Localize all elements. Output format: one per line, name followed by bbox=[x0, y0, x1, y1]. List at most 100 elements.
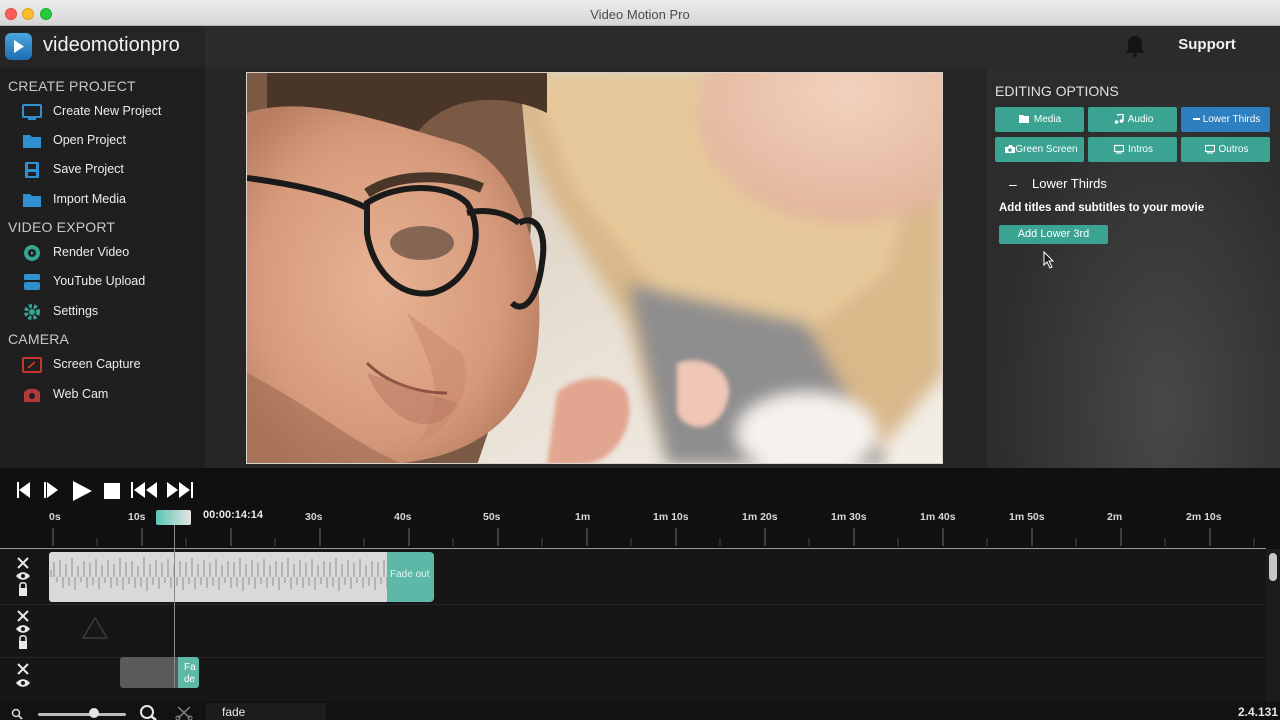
youtube-icon bbox=[24, 274, 40, 290]
zoom-out-icon[interactable] bbox=[11, 708, 23, 720]
ruler-label: 2m 10s bbox=[1186, 511, 1222, 523]
save-icon bbox=[25, 162, 39, 178]
section-video-export: VIDEO EXPORT bbox=[8, 219, 116, 235]
audio-button-label: Audio bbox=[1127, 114, 1154, 125]
sidebar-item-label: Screen Capture bbox=[53, 357, 141, 371]
ruler-label: 50s bbox=[483, 511, 501, 523]
green-screen-button[interactable]: Green Screen bbox=[995, 137, 1084, 162]
media-button[interactable]: Media bbox=[995, 107, 1084, 132]
editing-panel: EDITING OPTIONS Media Audio Lower Thirds… bbox=[987, 68, 1280, 468]
collapse-section-toggle[interactable]: – bbox=[1009, 176, 1017, 192]
zoom-in-icon[interactable] bbox=[139, 704, 158, 720]
step-forward-icon[interactable] bbox=[43, 481, 61, 499]
lower-thirds-button[interactable]: Lower Thirds bbox=[1181, 107, 1270, 132]
video-preview[interactable] bbox=[246, 72, 943, 464]
lower-thirds-description: Add titles and subtitles to your movie bbox=[999, 202, 1205, 214]
editing-options-title: EDITING OPTIONS bbox=[995, 83, 1119, 99]
visibility-eye-icon bbox=[16, 572, 30, 580]
brand-name: videomotionpro bbox=[43, 34, 180, 56]
section-create-project: CREATE PROJECT bbox=[8, 78, 136, 94]
track-1-controls bbox=[16, 557, 30, 596]
gear-icon bbox=[24, 304, 40, 320]
zoom-slider[interactable] bbox=[38, 713, 126, 716]
sidebar-item-youtube-upload[interactable]: YouTube Upload bbox=[0, 269, 205, 295]
ruler-label: 1m 20s bbox=[742, 511, 778, 523]
visibility-eye-icon bbox=[16, 625, 30, 633]
step-back-icon[interactable] bbox=[16, 481, 34, 499]
track-2-controls bbox=[16, 610, 30, 649]
sidebar-item-label: Create New Project bbox=[53, 104, 162, 118]
ruler-label: 10s bbox=[128, 511, 146, 523]
track-separator bbox=[0, 604, 1266, 605]
video-clip[interactable] bbox=[120, 657, 182, 688]
audio-button[interactable]: Audio bbox=[1088, 107, 1177, 132]
timeline-scrollbar[interactable] bbox=[1266, 549, 1280, 701]
sidebar-item-label: Settings bbox=[53, 304, 99, 318]
audio-clip[interactable] bbox=[49, 552, 389, 602]
sidebar-item-import-media[interactable]: Import Media bbox=[0, 187, 205, 213]
window-title: Video Motion Pro bbox=[590, 7, 690, 22]
playhead-line bbox=[174, 516, 175, 688]
delete-track-icon bbox=[17, 557, 29, 569]
stop-icon[interactable] bbox=[104, 483, 120, 499]
ruler-label: 1m bbox=[575, 511, 591, 523]
sidebar-item-label: Web Cam bbox=[53, 387, 109, 401]
sidebar-item-label: Open Project bbox=[53, 133, 126, 147]
intros-button[interactable]: Intros bbox=[1088, 137, 1177, 162]
ruler-label: 1m 10s bbox=[653, 511, 689, 523]
sidebar-item-save-project[interactable]: Save Project bbox=[0, 157, 205, 183]
fast-forward-icon[interactable] bbox=[166, 481, 194, 499]
delete-track-icon bbox=[17, 610, 29, 622]
ruler-label: 2m bbox=[1107, 511, 1123, 523]
app-header: videomotionpro Support bbox=[0, 26, 1280, 68]
search-input[interactable] bbox=[206, 703, 326, 720]
sidebar-item-open-project[interactable]: Open Project bbox=[0, 128, 205, 154]
screen-capture-icon bbox=[22, 357, 42, 373]
sidebar-item-create-new-project[interactable]: Create New Project bbox=[0, 99, 205, 125]
ruler-label: 40s bbox=[394, 511, 412, 523]
app-version: 2.4.131 bbox=[1237, 705, 1278, 719]
bell-icon[interactable] bbox=[1123, 34, 1147, 58]
outros-button[interactable]: Outros bbox=[1181, 137, 1270, 162]
mouse-cursor-icon bbox=[1043, 251, 1055, 269]
ruler-label: 1m 50s bbox=[1009, 511, 1045, 523]
visibility-eye-icon bbox=[16, 679, 30, 687]
current-timecode: 00:00:14:14 bbox=[203, 509, 263, 521]
video-frame-image bbox=[247, 73, 942, 463]
sidebar-item-settings[interactable]: Settings bbox=[0, 299, 205, 325]
sidebar-item-web-cam[interactable]: Web Cam bbox=[0, 382, 205, 408]
timeline-ruler-ticks bbox=[52, 528, 1255, 546]
add-lower-third-button[interactable]: Add Lower 3rd bbox=[999, 225, 1108, 244]
folder-icon bbox=[23, 135, 41, 148]
ruler-label: 30s bbox=[305, 511, 323, 523]
rewind-icon[interactable] bbox=[131, 481, 159, 499]
media-button-label: Media bbox=[1033, 114, 1062, 125]
fade-out-label: Fade out bbox=[390, 569, 430, 580]
lock-icon bbox=[19, 581, 27, 596]
zoom-slider-knob[interactable] bbox=[89, 708, 99, 718]
app-logo-icon bbox=[5, 33, 32, 60]
green-screen-button-label: Green Screen bbox=[1015, 144, 1078, 155]
play-icon[interactable] bbox=[71, 481, 93, 501]
outros-button-label: Outros bbox=[1218, 144, 1249, 155]
lock-icon bbox=[19, 634, 27, 649]
render-icon bbox=[24, 245, 40, 261]
ruler-label: 1m 40s bbox=[920, 511, 956, 523]
sidebar-item-label: Save Project bbox=[53, 162, 124, 176]
scrollbar-thumb[interactable] bbox=[1269, 553, 1277, 581]
ruler-label: 0s bbox=[49, 511, 61, 523]
webcam-icon bbox=[24, 389, 40, 402]
track-3-controls bbox=[16, 663, 30, 687]
ruler-label: 1m 30s bbox=[831, 511, 867, 523]
section-camera: CAMERA bbox=[8, 331, 70, 347]
window-titlebar: Video Motion Pro bbox=[0, 0, 1280, 26]
brand-zone: videomotionpro bbox=[0, 26, 205, 68]
delete-track-icon bbox=[17, 663, 29, 675]
support-button[interactable]: Support bbox=[1166, 36, 1248, 53]
playhead-handle[interactable] bbox=[156, 510, 191, 525]
lower-thirds-heading: Lower Thirds bbox=[1032, 176, 1107, 191]
lower-thirds-button-label: Lower Thirds bbox=[1202, 114, 1261, 125]
sidebar-item-screen-capture[interactable]: Screen Capture bbox=[0, 352, 205, 378]
scissors-icon[interactable] bbox=[175, 705, 193, 720]
sidebar-item-render-video[interactable]: Render Video bbox=[0, 240, 205, 266]
